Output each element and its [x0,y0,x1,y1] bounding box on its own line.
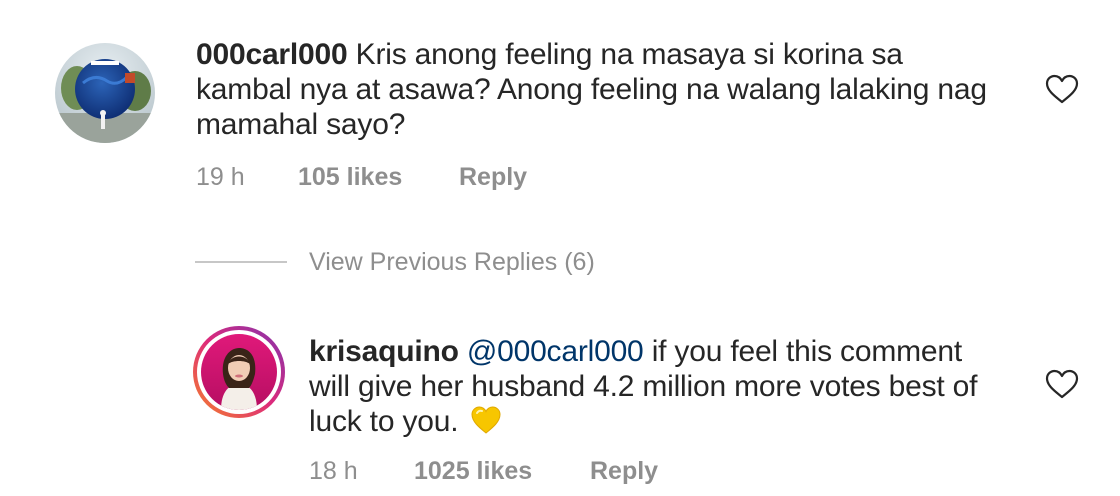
avatar[interactable] [55,43,155,143]
yellow-heart-emoji-icon [471,406,501,434]
comment-item: 000carl000 Kris anong feeling na masaya … [0,0,1120,210]
comment-line-1: 000carl000 Kris anong feeling na masaya … [196,37,1016,72]
comment-body: 000carl000 Kris anong feeling na masaya … [196,37,1016,142]
reply-likes[interactable]: 1025 likes [414,457,532,486]
comment-time: 19 h [196,163,245,191]
reply-mention-link[interactable]: @000carl000 [467,335,644,368]
reply-line-1: krisaquino @000carl000 if you feel this … [309,334,1029,369]
comment-meta: 19 h 105 likes Reply [196,163,596,193]
reply-line-3: luck to you. [309,404,1029,439]
avatar [201,334,277,410]
comment-username[interactable]: 000carl000 [196,38,348,71]
reply-reply-button[interactable]: Reply [590,457,658,486]
reply-time: 18 h [309,457,358,485]
profile-photo-globe-icon [55,43,155,143]
reply-username[interactable]: krisaquino [309,335,459,368]
replies-divider [195,261,287,263]
story-ring[interactable] [193,326,285,418]
reply-text-line-3: luck to you. [309,405,459,438]
comment-likes[interactable]: 105 likes [298,163,402,192]
like-button[interactable] [1044,73,1080,105]
like-button[interactable] [1044,368,1080,400]
reply-item: krisaquino @000carl000 if you feel this … [0,300,1120,496]
reply-text-line-1: if you feel this comment [651,335,963,368]
heart-outline-icon [1045,74,1079,104]
reply-text-line-2: will give her husband 4.2 million more v… [309,370,978,403]
profile-photo-woman-icon [201,334,277,410]
comment-text-line-1: Kris anong feeling na masaya si korina s… [355,38,903,71]
view-previous-replies-button[interactable]: View Previous Replies (6) [309,248,595,277]
comment-reply-button[interactable]: Reply [459,163,527,192]
reply-meta: 18 h 1025 likes Reply [309,457,709,487]
comment-text-line-2: kambal nya at asawa? Anong feeling na wa… [196,73,987,106]
heart-outline-icon [1045,369,1079,399]
comment-text-line-3: mamahal sayo? [196,108,406,141]
reply-body: krisaquino @000carl000 if you feel this … [309,334,1029,439]
